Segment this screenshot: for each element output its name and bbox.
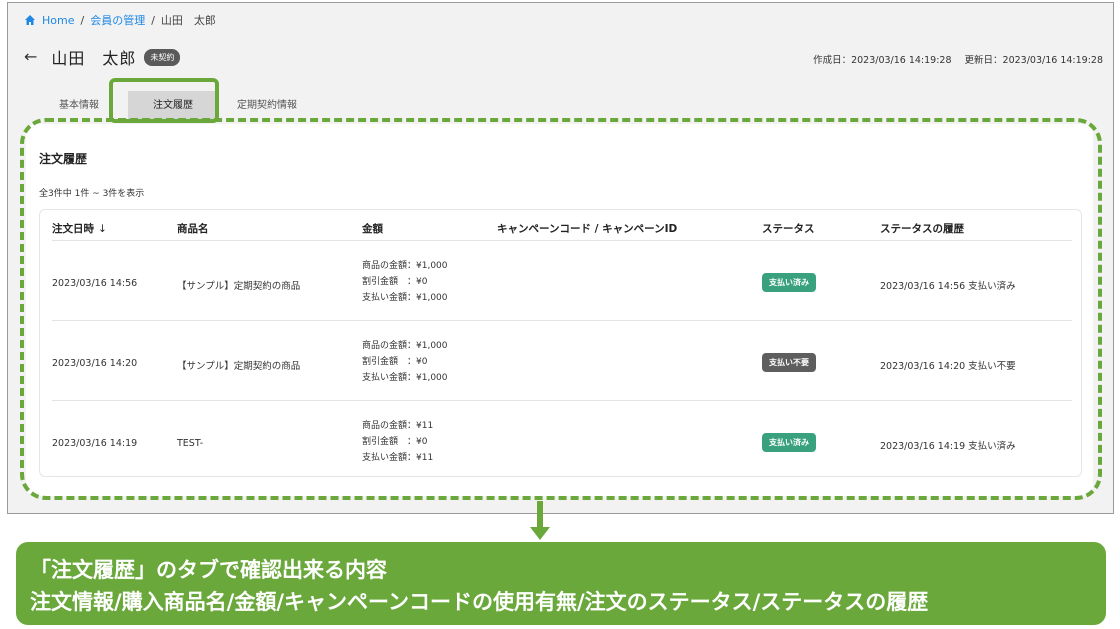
breadcrumb-current: 山田 太郎 xyxy=(160,14,216,27)
callout-box: 「注文履歴」のタブで確認出来る内容 注文情報/購入商品名/金額/キャンペーンコー… xyxy=(16,542,1106,625)
breadcrumb: Home / 会員の管理 / 山田 太郎 xyxy=(24,12,216,28)
page-title: 山田 太郎 xyxy=(51,49,137,68)
card-highlight-frame xyxy=(20,118,1102,500)
breadcrumb-separator: / xyxy=(151,13,155,27)
title-row: ← 山田 太郎 未契約 xyxy=(24,45,181,69)
callout-heading: 「注文履歴」のタブで確認出来る内容 xyxy=(30,558,387,582)
callout-description: 注文情報/購入商品名/金額/キャンペーンコードの使用有無/注文のステータス/ステ… xyxy=(30,590,929,614)
callout-arrow-head xyxy=(530,527,550,540)
created-date: 作成日：2023/03/16 14:19:28 xyxy=(813,55,952,66)
breadcrumb-separator: / xyxy=(80,13,85,27)
contract-status-badge: 未契約 xyxy=(144,48,181,66)
breadcrumb-members[interactable]: 会員の管理 xyxy=(90,12,145,28)
tab-subscription-info[interactable]: 定期契約情報 xyxy=(222,91,312,121)
back-arrow-icon[interactable]: ← xyxy=(24,49,37,65)
tab-highlight-frame xyxy=(109,78,219,123)
breadcrumb-home[interactable]: Home xyxy=(42,14,74,27)
home-icon[interactable] xyxy=(24,14,36,26)
updated-date: 更新日：2023/03/16 14:19:28 xyxy=(964,55,1103,66)
app-window: Home / 会員の管理 / 山田 太郎 ← 山田 太郎 未契約 作成日：202… xyxy=(7,2,1114,514)
timestamps: 作成日：2023/03/16 14:19:28 更新日：2023/03/16 1… xyxy=(803,52,1103,66)
